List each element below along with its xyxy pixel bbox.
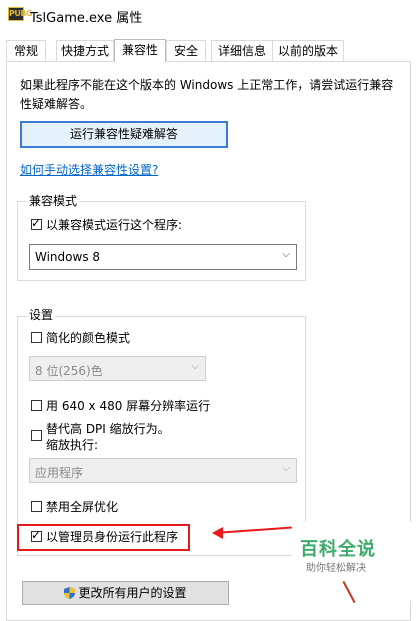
disable-fullscreen-checkbox[interactable] [31, 501, 42, 512]
dpi-override-checkbox[interactable] [31, 430, 42, 441]
uac-shield-icon [64, 587, 76, 599]
compat-os-value: Windows 8 [35, 250, 101, 264]
tab-shortcut[interactable]: 快捷方式 [56, 40, 114, 61]
change-all-users-button[interactable]: 更改所有用户的设置 [22, 581, 229, 605]
run-troubleshooter-button[interactable]: 运行兼容性疑难解答 [20, 121, 228, 148]
settings-group [17, 316, 306, 556]
chevron-down-icon: ⌵ [282, 463, 290, 474]
checkmark-icon: ✓ [31, 216, 42, 230]
res-640-checkbox[interactable] [31, 400, 42, 411]
title-bar: PUBG TslGame.exe 属性 [0, 0, 417, 30]
chevron-down-icon: ⌵ [191, 361, 199, 372]
compat-mode-group-label: 兼容模式 [27, 192, 80, 209]
reduced-color-label: 简化的颜色模式 [46, 331, 131, 345]
manual-settings-link[interactable]: 如何手动选择兼容性设置? [20, 161, 158, 178]
annotation-arrow-head [212, 527, 223, 539]
dpi-scaling-value: 应用程序 [35, 466, 84, 480]
tab-security[interactable]: 安全 [166, 40, 206, 61]
settings-group-label: 设置 [27, 306, 56, 323]
watermark-subtitle: 助你轻松解决 [306, 563, 366, 574]
disable-fullscreen-label: 禁用全屏优化 [46, 500, 119, 514]
color-depth-value: 8 位(256)色 [35, 364, 103, 378]
compat-os-select[interactable]: Windows 8 ⌵ [29, 244, 297, 270]
dpi-override-label-line2: 缩放执行: [46, 438, 99, 452]
app-icon: PUBG [8, 7, 33, 21]
reduced-color-checkbox[interactable] [31, 332, 42, 343]
compat-mode-checkbox[interactable]: ✓ [31, 216, 42, 230]
tab-details[interactable]: 详细信息 [211, 40, 273, 61]
tab-strip: 常规 快捷方式 兼容性 安全 详细信息 以前的版本 [6, 39, 411, 62]
dpi-scaling-select: 应用程序 ⌵ [29, 458, 297, 483]
change-all-users-label: 更改所有用户的设置 [78, 586, 187, 600]
annotation-highlight-box [17, 524, 190, 551]
watermark-title: 百科全说 [300, 539, 376, 560]
compat-description: 如果此程序不能在这个版本的 Windows 上正常工作，请尝试运行兼容性疑难解答… [20, 78, 394, 111]
res-640-label: 用 640 x 480 屏幕分辨率运行 [46, 399, 211, 413]
tab-previous-versions[interactable]: 以前的版本 [272, 40, 344, 61]
chevron-down-icon: ⌵ [282, 249, 290, 260]
color-depth-select: 8 位(256)色 ⌵ [29, 356, 206, 381]
window-title: TslGame.exe 属性 [30, 11, 143, 26]
dpi-override-label-line1: 替代高 DPI 缩放行为。 [46, 422, 170, 436]
tab-compatibility[interactable]: 兼容性 [114, 39, 166, 62]
tab-general[interactable]: 常规 [6, 40, 46, 61]
compat-mode-checkbox-label: 以兼容模式运行这个程序: [46, 218, 183, 232]
